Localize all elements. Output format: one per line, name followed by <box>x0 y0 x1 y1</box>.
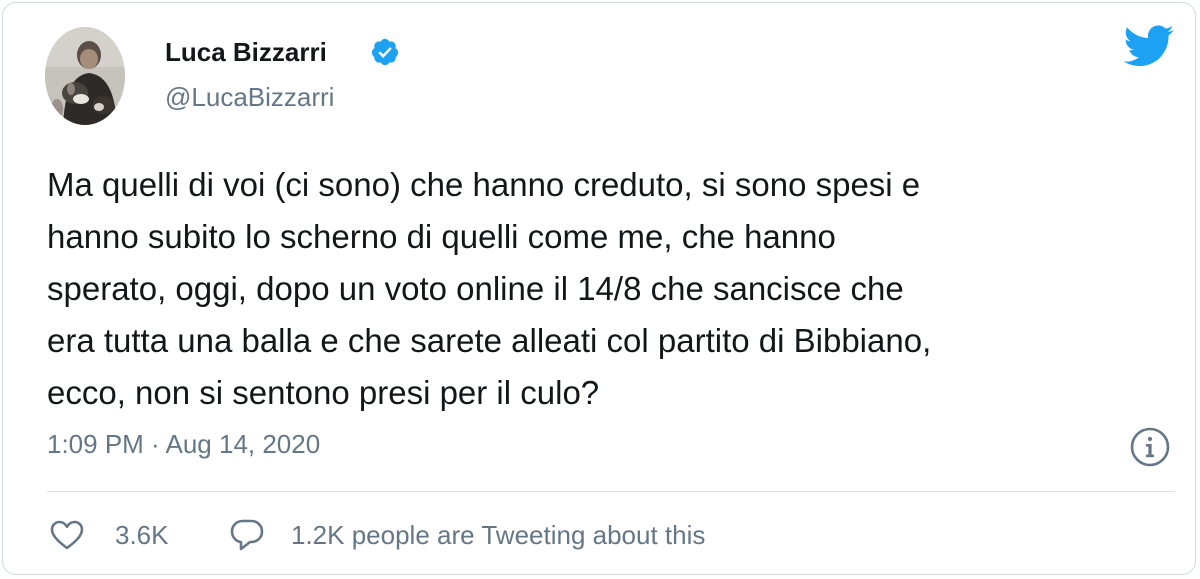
author-handle[interactable]: @LucaBizzarri <box>165 82 334 113</box>
tweet-text-line: Ma quelli di voi (ci sono) che hanno cre… <box>47 166 921 203</box>
speech-bubble-icon <box>230 519 264 551</box>
like-button[interactable]: 3.6K <box>49 513 169 557</box>
tweet-timestamp[interactable]: 1:09 PM · Aug 14, 2020 <box>47 429 320 460</box>
heart-icon <box>50 520 84 550</box>
author-name[interactable]: Luca Bizzarri <box>165 37 327 68</box>
twitter-bird-icon[interactable] <box>1121 25 1175 69</box>
verified-badge-icon <box>371 38 399 66</box>
conversation-count: 1.2K people are Tweeting about this <box>291 519 706 550</box>
tweet-text-line: sperato, oggi, dopo un voto online il 14… <box>47 270 904 307</box>
conversation-button[interactable]: 1.2K people are Tweeting about this <box>229 513 705 557</box>
divider <box>47 491 1175 492</box>
tweet-card: Luca Bizzarri @LucaBizzarri Ma quelli di… <box>2 2 1196 575</box>
tweet-text: Ma quelli di voi (ci sono) che hanno cre… <box>47 159 1167 419</box>
avatar-photo <box>45 27 125 125</box>
tweet-text-line: ecco, non si sentono presi per il culo? <box>47 374 600 411</box>
like-count: 3.6K <box>115 519 169 550</box>
tweet-text-line: era tutta una balla e che sarete alleati… <box>47 322 932 359</box>
avatar[interactable] <box>45 27 125 125</box>
info-icon[interactable] <box>1129 426 1171 468</box>
tweet-text-line: hanno subito lo scherno di quelli come m… <box>47 218 836 255</box>
